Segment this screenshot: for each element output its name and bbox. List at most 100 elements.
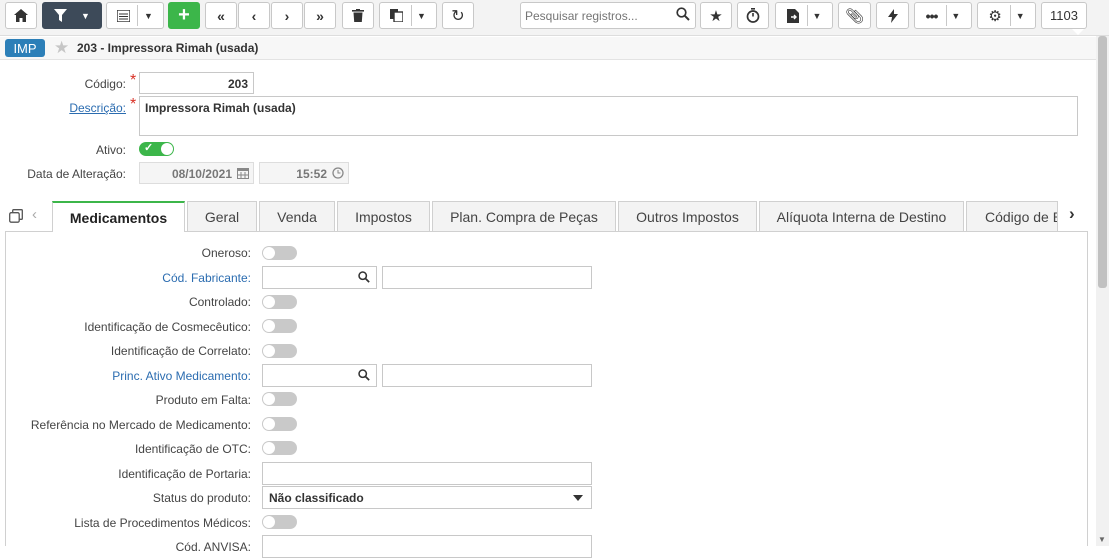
anvisa-label: Cód. ANVISA: [175,540,251,554]
status-select[interactable]: Não classificado [262,486,592,509]
search-icon[interactable] [358,271,370,283]
module-badge: IMP [5,39,45,57]
controlado-toggle[interactable] [262,295,297,309]
last-record-button[interactable]: » [304,2,336,29]
correlato-label: Identificação de Correlato: [110,344,251,358]
next-icon: › [284,7,290,24]
oneroso-label: Oneroso: [201,246,251,260]
favorite-star-icon[interactable]: ★ [54,38,69,58]
procedimentos-toggle[interactable] [262,515,297,529]
tab-impostos[interactable]: Impostos [337,201,430,231]
codigo-label: Código: [84,77,126,91]
export-button[interactable]: ▼ [775,2,833,29]
list-icon [117,9,131,22]
descricao-value: Impressora Rimah (usada) [145,101,296,115]
princ-ativo-input[interactable] [262,364,377,387]
descricao-label[interactable]: Descrição: [40,101,126,115]
bolt-icon [887,8,898,23]
cosmeceutico-toggle[interactable] [262,319,297,333]
cod-fabricante-input[interactable] [262,266,377,289]
otc-label: Identificação de OTC: [134,442,251,456]
first-icon: « [217,7,225,24]
home-icon [14,9,28,22]
produto-falta-toggle[interactable] [262,392,297,406]
delete-button[interactable] [342,2,374,29]
view-list-button[interactable]: ▼ [106,2,164,29]
export-icon [786,8,799,23]
codigo-field[interactable]: 203 [139,72,254,94]
duplicate-button[interactable]: ▼ [379,2,437,29]
tab-medicamentos[interactable]: Medicamentos [52,201,185,232]
calendar-icon [237,168,249,179]
refresh-button[interactable]: ↻ [442,2,474,29]
filter-button[interactable]: ▼ [42,2,102,29]
chevron-down-icon: ▼ [812,10,822,21]
previous-record-button[interactable]: ‹ [238,2,270,29]
correlato-toggle[interactable] [262,344,297,358]
descricao-field[interactable]: Impressora Rimah (usada) [139,96,1078,136]
attachments-button[interactable]: 📎︎ [838,2,871,29]
clock-icon [332,167,344,179]
actions-button[interactable] [876,2,909,29]
add-button[interactable]: + [168,2,200,29]
oneroso-toggle[interactable] [262,246,297,260]
plus-icon: + [178,4,190,26]
chevron-down-icon: ▼ [951,10,961,21]
tab-geral[interactable]: Geral [187,201,257,231]
more-button[interactable]: ••• ▼ [914,2,972,29]
vertical-scrollbar[interactable]: ▼ [1096,36,1109,546]
anvisa-input[interactable] [262,535,592,558]
tab-plan-compra-pecas[interactable]: Plan. Compra de Peças [432,201,616,231]
otc-toggle[interactable] [262,441,297,455]
hora-alteracao-field: 15:52 [259,162,349,184]
favorite-button[interactable]: ★ [700,2,732,29]
search-icon[interactable] [358,369,370,381]
required-mark: * [130,72,137,89]
scroll-down-icon[interactable]: ▼ [1098,535,1106,544]
controlado-label: Controlado: [188,295,251,309]
portaria-input[interactable] [262,462,592,485]
search-input[interactable] [521,3,671,28]
produto-falta-label: Produto em Falta: [155,393,251,407]
princ-ativo-description[interactable] [382,364,592,387]
timer-button[interactable] [737,2,769,29]
status-selected-value: Não classificado [269,491,364,505]
more-icon: ••• [925,7,939,24]
cod-fabricante-description[interactable] [382,266,592,289]
referencia-toggle[interactable] [262,417,297,431]
required-mark: * [130,96,137,113]
data-alteracao-label: Data de Alteração: [27,167,126,181]
chevron-down-icon: ▼ [144,10,153,21]
procedimentos-label: Lista de Procedimentos Médicos: [74,516,251,530]
tab-codigo-b[interactable]: Código de B [966,201,1058,231]
check-icon: ✓ [144,142,154,154]
first-record-button[interactable]: « [205,2,237,29]
portaria-label: Identificação de Portaria: [118,467,251,481]
search-icon[interactable] [676,7,690,21]
tabs-scroll-left-icon[interactable]: ‹ [32,206,37,223]
cosmeceutico-label: Identificação de Cosmecêutico: [84,320,251,334]
cod-fabricante-label[interactable]: Cód. Fabricante: [5,271,251,285]
restore-windows-icon[interactable] [9,209,23,223]
prev-icon: ‹ [251,7,257,24]
paperclip-icon: 📎︎ [844,7,865,25]
princ-ativo-label[interactable]: Princ. Ativo Medicamento: [5,369,251,383]
record-counter: 1103 [1041,2,1087,35]
ativo-toggle[interactable]: ✓ [139,142,174,156]
search-box[interactable] [520,2,696,29]
settings-button[interactable]: ⚙ ▼ [977,2,1036,29]
status-label: Status do produto: [152,491,251,505]
last-icon: » [316,7,324,24]
scrollbar-thumb[interactable] [1098,36,1107,288]
date-value: 08/10/2021 [171,167,232,181]
record-header: IMP ★ 203 - Impressora Rimah (usada) [0,37,1109,60]
time-value: 15:52 [296,167,327,181]
tab-venda[interactable]: Venda [259,201,335,231]
tab-outros-impostos[interactable]: Outros Impostos [618,201,757,231]
tab-aliquota-interna[interactable]: Alíquota Interna de Destino [759,201,964,231]
tabs-scroll-right-icon[interactable]: › [1069,204,1075,224]
next-record-button[interactable]: › [271,2,303,29]
stopwatch-icon [746,8,760,23]
home-button[interactable] [5,2,37,29]
referencia-label: Referência no Mercado de Medicamento: [30,418,251,432]
